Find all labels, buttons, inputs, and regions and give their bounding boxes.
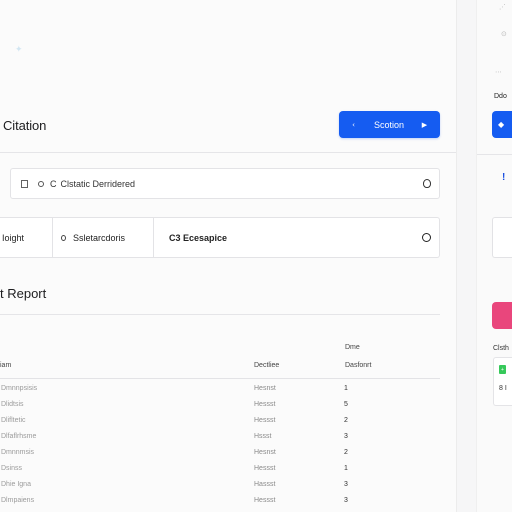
table-row[interactable]: Dlidtsis Hessst 5	[0, 401, 440, 416]
row-value: 2	[344, 417, 348, 424]
diamond-icon: ◆	[498, 120, 505, 129]
row-value: 1	[344, 465, 348, 472]
row-name: Dlifltetic	[1, 417, 26, 424]
table-row[interactable]: Dlfaflrhsme Hssst 3	[0, 433, 440, 448]
alert-icon: !	[502, 172, 506, 183]
row-value: 3	[344, 481, 348, 488]
segment-option-3[interactable]: C3 Ecesapice	[154, 218, 439, 257]
row-type: Hessst	[254, 417, 276, 424]
row-name: Dmnnmsis	[1, 449, 35, 456]
row-value: 1	[344, 385, 348, 392]
side-label: Ddo	[494, 93, 507, 100]
decorative-glyph-icon: ⋰	[499, 3, 506, 11]
row-value: 2	[344, 449, 348, 456]
search-field-value: Clstatic Derridered	[60, 178, 136, 189]
add-badge-icon: +	[499, 365, 506, 374]
segment-option-1[interactable]: Ioight	[0, 218, 53, 257]
app-window: ✦ Citation ‹ Scotion ▶ C Clstatic Derrid…	[0, 0, 512, 512]
side-card-text: 8 I	[499, 385, 507, 392]
back-icon: ‹	[352, 120, 355, 129]
report-title: t Report	[0, 286, 47, 301]
table-header-count: Dasfonrt	[345, 362, 372, 369]
header-divider	[0, 152, 456, 153]
segmented-selector: Ioight Ssletarcdoris C3 Ecesapice	[0, 217, 440, 258]
primary-action-button[interactable]: ‹ Scotion ▶	[339, 111, 440, 138]
page-title: Citation	[3, 118, 47, 133]
segment-label-1: Ioight	[2, 232, 25, 243]
row-name: Dmnnpsisis	[1, 385, 38, 392]
table-header-divider	[0, 378, 440, 379]
side-pink-button[interactable]	[492, 302, 512, 329]
row-type: Hesnst	[254, 449, 276, 456]
row-name: Dlmpaiens	[1, 497, 35, 504]
row-name: Dhie Igna	[1, 481, 31, 488]
row-type: Hassst	[254, 481, 276, 488]
table-row[interactable]: Dmnnpsisis Hesnst 1	[0, 385, 440, 400]
decorative-circle-icon: ⊙	[501, 30, 507, 38]
row-name: Dlfaflrhsme	[1, 433, 37, 440]
row-type: Hessst	[254, 497, 276, 504]
play-icon: ▶	[421, 120, 428, 129]
row-value: 3	[344, 497, 348, 504]
table-header-name: iam	[0, 362, 12, 369]
row-type: Hessst	[254, 465, 276, 472]
row-type: Hessst	[254, 401, 276, 408]
row-type: Hssst	[254, 433, 272, 440]
decorative-dots-icon: ⋯	[495, 68, 502, 76]
document-icon	[21, 179, 28, 188]
row-name: Dlidtsis	[1, 401, 24, 408]
table-row[interactable]: Dhie Igna Hassst 3	[0, 481, 440, 496]
side-box[interactable]	[492, 217, 512, 258]
row-value: 3	[344, 433, 348, 440]
table-row[interactable]: Dsinss Hessst 1	[0, 465, 440, 480]
c-circle-icon	[38, 180, 44, 187]
segment-label-3: C3 Ecesapice	[169, 232, 228, 243]
table-row[interactable]: Dmnnmsis Hesnst 2	[0, 449, 440, 464]
row-value: 5	[344, 401, 348, 408]
right-side-panel: ⋰ ⊙ ⋯ Ddo ◆ ! Clsth + 8 I	[476, 0, 512, 512]
side-small-label: Clsth	[493, 345, 509, 352]
segment-label-2: Ssletarcdoris	[73, 232, 126, 243]
primary-action-label: Scotion	[373, 119, 405, 130]
field-prefix: C	[50, 178, 57, 189]
c-icon	[61, 234, 66, 241]
search-icon[interactable]	[423, 179, 431, 188]
side-primary-button[interactable]: ◆	[492, 111, 512, 138]
table-row[interactable]: Dlmpaiens Hessst 3	[0, 497, 440, 512]
faint-logo-icon: ✦	[15, 45, 23, 55]
table-row[interactable]: Dlifltetic Hessst 2	[0, 417, 440, 432]
main-panel: ✦ Citation ‹ Scotion ▶ C Clstatic Derrid…	[0, 0, 457, 512]
row-name: Dsinss	[1, 465, 23, 472]
table-header-type: Dectliee	[254, 362, 280, 369]
report-divider	[0, 314, 440, 315]
row-type: Hesnst	[254, 385, 276, 392]
circle-indicator-icon[interactable]	[422, 233, 431, 242]
citation-search-field[interactable]: C Clstatic Derridered	[10, 168, 440, 199]
segment-option-2[interactable]: Ssletarcdoris	[53, 218, 154, 257]
side-divider	[477, 154, 512, 155]
table-top-header: Dme	[345, 344, 360, 351]
